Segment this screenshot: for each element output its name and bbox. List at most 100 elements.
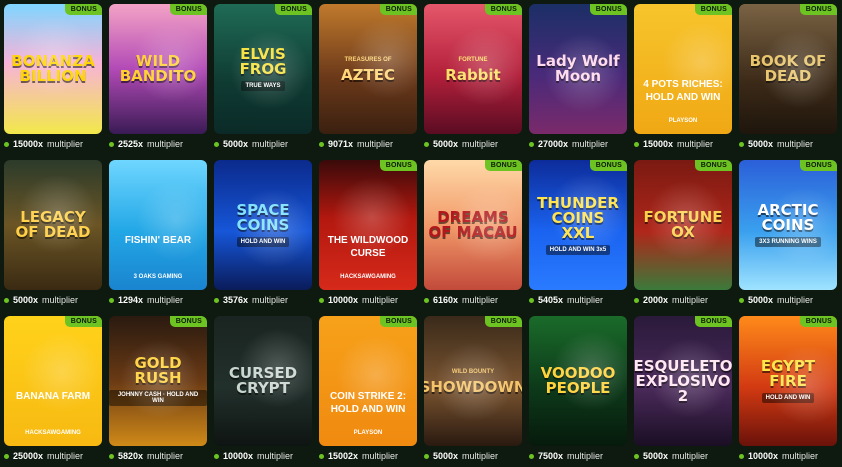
multiplier-value: 5000x xyxy=(433,451,459,461)
game-card-the-wildwood-curse[interactable]: THE WILDWOOD CURSE HACKSAWGAMING BONUS 1000… xyxy=(319,160,417,305)
game-thumbnail[interactable]: BOOK OF DEADBONUS xyxy=(739,4,837,134)
artwork-glow xyxy=(18,174,98,254)
game-thumbnail[interactable]: VOODOO PEOPLE xyxy=(529,316,627,446)
game-provider: 3 OAKS GAMING xyxy=(133,274,183,280)
status-dot-icon xyxy=(4,297,9,303)
multiplier-value: 5000x xyxy=(748,295,774,305)
multiplier-value: 1294x xyxy=(118,295,144,305)
game-thumbnail[interactable]: THE WILDWOOD CURSE HACKSAWGAMING BONUS xyxy=(319,160,417,290)
game-card-arctic-coins[interactable]: ARCTIC COINS3X3 RUNNING WINSBONUS 5000xmu… xyxy=(739,160,837,305)
game-card-egypt-fire[interactable]: EGYPT FIREHOLD AND WINBONUS 10000xmultipl… xyxy=(739,316,837,461)
multiplier-label: multiplier xyxy=(677,139,714,149)
game-thumbnail[interactable]: DREAMS OF MACAUBONUS xyxy=(424,160,522,290)
artwork-glow xyxy=(132,23,207,103)
game-card-coin-strike-2-hold-and-win[interactable]: COIN STRIKE 2: HOLD AND WIN PLAYSON BONUS 1… xyxy=(319,316,417,461)
multiplier-value: 15000x xyxy=(643,139,674,149)
game-thumbnail[interactable]: THUNDER COINS XXLHOLD AND WIN 3x5BONUS xyxy=(529,160,627,290)
game-thumbnail[interactable]: LEGACY OF DEAD xyxy=(4,160,102,290)
multiplier-label: multiplier xyxy=(147,139,184,149)
multiplier-label: multiplier xyxy=(362,451,399,461)
game-card-bonanza-billion[interactable]: BONANZA BILLIONBONUS 15000xmultiplier xyxy=(4,4,102,149)
artwork-glow xyxy=(760,29,837,109)
game-thumbnail[interactable]: ELVIS FROGTRUE WAYSBONUS xyxy=(214,4,312,134)
game-thumbnail[interactable]: FORTUNERabbitBONUS xyxy=(424,4,522,134)
game-card-voodoo-people[interactable]: VOODOO PEOPLE 7500xmultiplier xyxy=(529,316,627,461)
multiplier-caption: 2525x multiplier xyxy=(109,138,183,150)
multiplier-value: 5000x xyxy=(433,139,459,149)
multiplier-value: 5000x xyxy=(223,139,249,149)
game-thumbnail[interactable]: ESQUELETO EXPLOSIVO 2BONUS xyxy=(634,316,732,446)
bonus-badge: BONUS xyxy=(169,316,207,327)
game-thumbnail[interactable]: FORTUNE OXBONUS xyxy=(634,160,732,290)
game-card-gold-rush[interactable]: GOLD RUSHJOHNNY CASH · HOLD AND WINBONUS… xyxy=(109,316,207,461)
multiplier-label: multiplier xyxy=(567,451,604,461)
game-card-aztec[interactable]: TREASURES OFAZTECBONUS 9071xmultiplier xyxy=(319,4,417,149)
game-title: BANANA FARM xyxy=(15,391,91,402)
game-thumbnail[interactable]: TREASURES OFAZTECBONUS xyxy=(319,4,417,134)
status-dot-icon xyxy=(214,141,219,147)
multiplier-value: 15002x xyxy=(328,451,359,461)
game-card-lady-wolf-moon[interactable]: Lady Wolf MoonBONUS 27000xmultiplier xyxy=(529,4,627,149)
status-dot-icon xyxy=(109,453,114,459)
multiplier-value: 5820x xyxy=(118,451,144,461)
status-dot-icon xyxy=(424,453,429,459)
multiplier-caption: 5000x multiplier xyxy=(424,138,498,150)
artwork-glow xyxy=(14,16,94,96)
game-thumbnail[interactable]: FISHIN' BEAR 3 OAKS GAMING xyxy=(109,160,207,290)
status-dot-icon xyxy=(739,141,744,147)
game-card-showdown[interactable]: WILD BOUNTYSHOWDOWNBONUS 5000xmultiplier xyxy=(424,316,522,461)
bonus-badge: BONUS xyxy=(799,316,837,327)
bonus-badge: BONUS xyxy=(379,316,417,327)
artwork-glow xyxy=(450,184,522,264)
game-thumbnail[interactable]: WILD BANDITOBONUS xyxy=(109,4,207,134)
bonus-badge: BONUS xyxy=(484,316,522,327)
multiplier-label: multiplier xyxy=(777,139,814,149)
game-card-cursed-crypt[interactable]: CURSED CRYPT 10000xmultiplier xyxy=(214,316,312,461)
multiplier-value: 5405x xyxy=(538,295,564,305)
bonus-badge: BONUS xyxy=(484,160,522,171)
game-thumbnail[interactable]: 4 POTS RICHES: HOLD AND WIN PLAYSON BONUS xyxy=(634,4,732,134)
game-card-legacy-of-dead[interactable]: LEGACY OF DEAD 5000xmultiplier xyxy=(4,160,102,305)
game-card-dreams-of-macau[interactable]: DREAMS OF MACAUBONUS 6160xmultiplier xyxy=(424,160,522,305)
game-thumbnail[interactable]: BONANZA BILLIONBONUS xyxy=(4,4,102,134)
game-thumbnail[interactable]: GOLD RUSHJOHNNY CASH · HOLD AND WINBONUS xyxy=(109,316,207,446)
status-dot-icon xyxy=(634,141,639,147)
game-card-space-coins[interactable]: SPACE COINSHOLD AND WIN 3576xmultiplier xyxy=(214,160,312,305)
game-thumbnail[interactable]: BANANA FARM HACKSAWGAMING BONUS xyxy=(4,316,102,446)
bonus-badge: BONUS xyxy=(379,160,417,171)
multiplier-value: 7500x xyxy=(538,451,564,461)
game-thumbnail[interactable]: COIN STRIKE 2: HOLD AND WIN PLAYSON BONUS xyxy=(319,316,417,446)
multiplier-caption: 5000x multiplier xyxy=(739,138,813,150)
game-card-fishin-bear[interactable]: FISHIN' BEAR 3 OAKS GAMING 1294x multiplier xyxy=(109,160,207,305)
game-card-elvis-frog[interactable]: ELVIS FROGTRUE WAYSBONUS 5000xmultiplier xyxy=(214,4,312,149)
game-thumbnail[interactable]: SPACE COINSHOLD AND WIN xyxy=(214,160,312,290)
game-card-banana-farm[interactable]: BANANA FARM HACKSAWGAMING BONUS 25000x multi… xyxy=(4,316,102,461)
game-card-thunder-coins-xxl[interactable]: THUNDER COINS XXLHOLD AND WIN 3x5BONUS 54… xyxy=(529,160,627,305)
game-card-esqueleto-explosivo-2[interactable]: ESQUELETO EXPLOSIVO 2BONUS 5000xmultiplie… xyxy=(634,316,732,461)
multiplier-caption: 5000x multiplier xyxy=(424,450,498,462)
status-dot-icon xyxy=(4,141,9,147)
game-card-fortune-ox[interactable]: FORTUNE OXBONUS 2000xmultiplier xyxy=(634,160,732,305)
multiplier-caption: 5000x multiplier xyxy=(214,138,288,150)
multiplier-label: multiplier xyxy=(257,451,294,461)
multiplier-value: 5000x xyxy=(643,451,669,461)
game-thumbnail[interactable]: EGYPT FIREHOLD AND WINBONUS xyxy=(739,316,837,446)
multiplier-label: multiplier xyxy=(362,295,399,305)
game-card-book-of-dead[interactable]: BOOK OF DEADBONUS 5000xmultiplier xyxy=(739,4,837,149)
game-card-rabbit[interactable]: FORTUNERabbitBONUS 5000xmultiplier xyxy=(424,4,522,149)
game-title: FISHIN' BEAR xyxy=(124,235,192,246)
artwork-glow xyxy=(230,30,310,110)
game-thumbnail[interactable]: ARCTIC COINS3X3 RUNNING WINSBONUS xyxy=(739,160,837,290)
game-thumbnail[interactable]: CURSED CRYPT xyxy=(214,316,312,446)
game-thumbnail[interactable]: Lady Wolf MoonBONUS xyxy=(529,4,627,134)
status-dot-icon xyxy=(319,453,324,459)
multiplier-value: 2000x xyxy=(643,295,669,305)
game-provider: HACKSAWGAMING xyxy=(25,430,81,436)
game-card-4-pots-riches-hold-and-win[interactable]: 4 POTS RICHES: HOLD AND WIN PLAYSON BONUS 1… xyxy=(634,4,732,149)
game-card-wild-bandito[interactable]: WILD BANDITOBONUS 2525xmultiplier xyxy=(109,4,207,149)
multiplier-label: multiplier xyxy=(462,295,499,305)
status-dot-icon xyxy=(319,297,324,303)
status-dot-icon xyxy=(529,297,534,303)
game-thumbnail[interactable]: WILD BOUNTYSHOWDOWNBONUS xyxy=(424,316,522,446)
multiplier-caption: 5000x multiplier xyxy=(739,294,813,306)
